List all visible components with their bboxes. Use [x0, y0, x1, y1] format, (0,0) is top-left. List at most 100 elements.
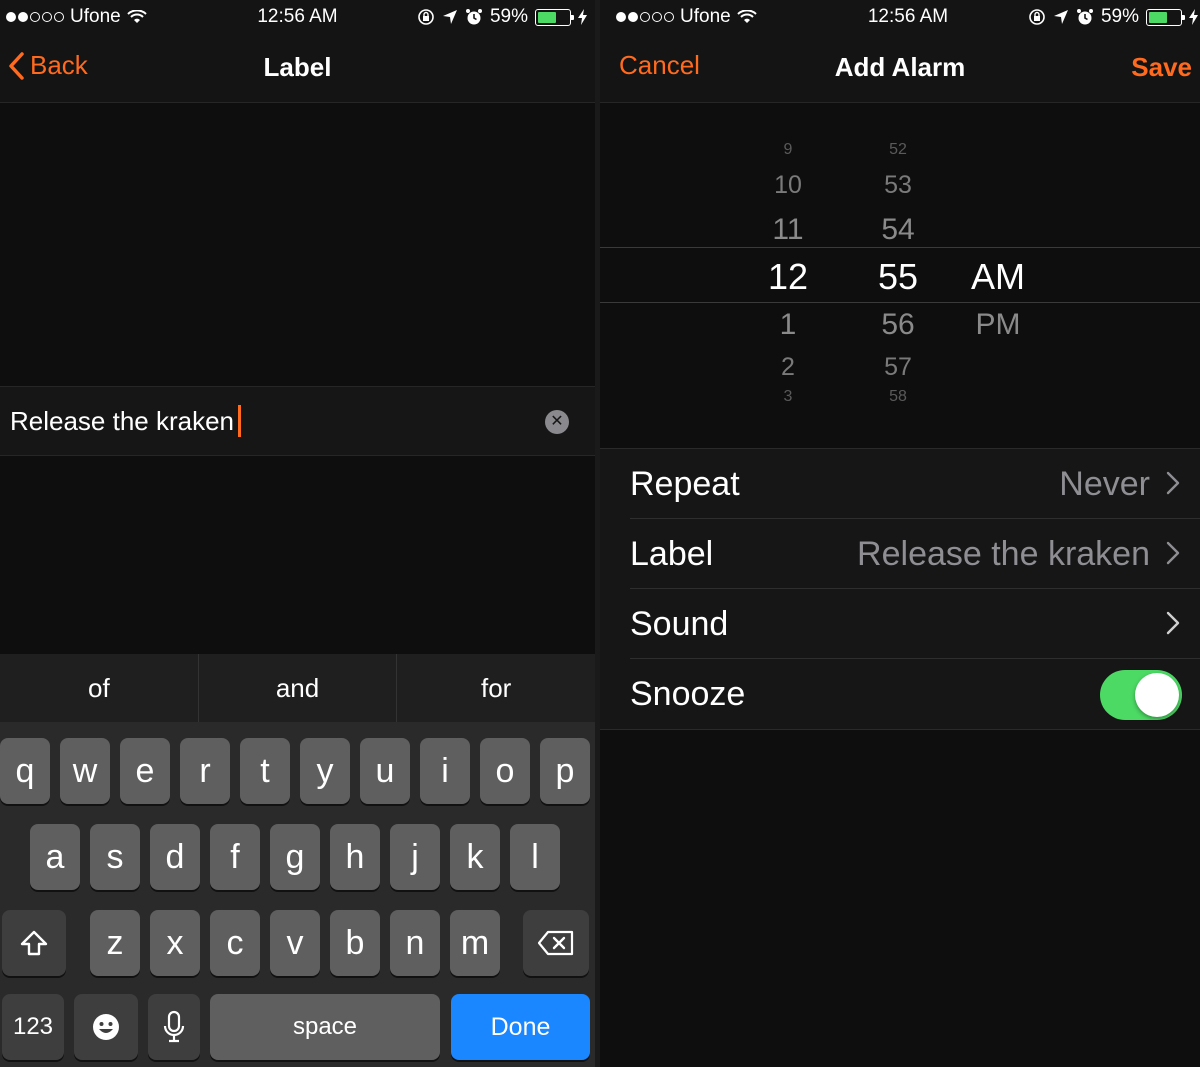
key-o[interactable]: o — [480, 738, 530, 804]
battery-percent: 59% — [1100, 6, 1139, 27]
snooze-toggle[interactable] — [1100, 670, 1182, 720]
label-text-field[interactable]: Release the kraken ✕ — [0, 386, 595, 456]
key-e[interactable]: e — [120, 738, 170, 804]
clear-icon: ✕ — [550, 413, 564, 430]
sound-label: Sound — [630, 605, 729, 643]
repeat-row[interactable]: Repeat Never — [600, 449, 1200, 519]
key-t[interactable]: t — [240, 738, 290, 804]
label-screen: Ufone 12:56 AM 59% Back Label Release th… — [0, 0, 595, 1067]
label-input[interactable]: Release the kraken — [10, 405, 242, 437]
key-m[interactable]: m — [450, 910, 500, 976]
clear-text-button[interactable]: ✕ — [545, 410, 569, 434]
chevron-right-icon — [1166, 611, 1180, 635]
repeat-label: Repeat — [630, 465, 740, 503]
suggestion-for[interactable]: for — [397, 654, 595, 722]
min-option[interactable]: 53 — [868, 171, 928, 200]
key-f[interactable]: f — [210, 824, 260, 890]
suggestion-and[interactable]: and — [199, 654, 398, 722]
min-option[interactable]: 56 — [868, 308, 928, 342]
repeat-value: Never — [1059, 465, 1150, 503]
key-a[interactable]: a — [30, 824, 80, 890]
key-d[interactable]: d — [150, 824, 200, 890]
hour-option[interactable]: 3 — [758, 388, 818, 406]
key-n[interactable]: n — [390, 910, 440, 976]
key-r[interactable]: r — [180, 738, 230, 804]
battery-icon — [1146, 8, 1185, 26]
add-alarm-screen: Ufone 12:56 AM 59% Cancel Add Alarm Save… — [600, 0, 1200, 1067]
status-bar: Ufone 12:56 AM 59% — [0, 0, 595, 34]
key-u[interactable]: u — [360, 738, 410, 804]
snooze-label: Snooze — [630, 675, 746, 713]
location-icon — [1053, 10, 1068, 24]
keyboard-row-1: qwertyuiop — [0, 738, 595, 808]
key-x[interactable]: x — [150, 910, 200, 976]
emoji-icon — [93, 1014, 119, 1040]
keyboard-row-2: asdfghjkl — [0, 824, 595, 894]
label-row[interactable]: Label Release the kraken — [600, 519, 1200, 589]
hour-option[interactable]: 9 — [758, 141, 818, 159]
page-title: Add Alarm — [834, 52, 966, 82]
navigation-bar: Ufone 12:56 AM 59% Cancel Add Alarm Save — [600, 0, 1200, 103]
hour-option[interactable]: 2 — [758, 353, 818, 382]
backspace-key[interactable] — [523, 910, 589, 976]
backspace-icon — [537, 930, 574, 956]
rotation-lock-icon — [1029, 9, 1045, 25]
suggestion-of[interactable]: of — [0, 654, 199, 722]
key-b[interactable]: b — [330, 910, 380, 976]
label-input-value: Release the kraken — [10, 405, 235, 436]
done-key[interactable]: Done — [451, 994, 590, 1060]
label-label: Label — [630, 535, 714, 573]
shift-icon — [20, 930, 48, 956]
key-p[interactable]: p — [540, 738, 590, 804]
key-i[interactable]: i — [420, 738, 470, 804]
ampm-option[interactable]: AM — [968, 256, 1028, 298]
min-option[interactable]: 55 — [868, 256, 928, 298]
min-option[interactable]: 52 — [868, 141, 928, 159]
key-h[interactable]: h — [330, 824, 380, 890]
chevron-right-icon — [1166, 471, 1180, 495]
key-y[interactable]: y — [300, 738, 350, 804]
min-option[interactable]: 57 — [868, 353, 928, 382]
shift-key[interactable] — [2, 910, 66, 976]
save-button[interactable]: Save — [1131, 52, 1192, 83]
key-v[interactable]: v — [270, 910, 320, 976]
numbers-key[interactable]: 123 — [2, 994, 64, 1060]
battery-percent: 59% — [489, 6, 528, 27]
key-q[interactable]: q — [0, 738, 50, 804]
hour-option[interactable]: 10 — [758, 171, 818, 200]
min-option[interactable]: 54 — [868, 213, 928, 247]
hour-option[interactable]: 1 — [758, 308, 818, 342]
snooze-row: Snooze — [600, 659, 1200, 729]
battery-icon — [535, 8, 574, 26]
key-k[interactable]: k — [450, 824, 500, 890]
key-j[interactable]: j — [390, 824, 440, 890]
ampm-option[interactable]: PM — [968, 308, 1028, 342]
space-key[interactable]: space — [210, 994, 440, 1060]
text-caret — [238, 405, 242, 437]
location-icon — [442, 10, 457, 24]
status-right: 59% — [1028, 6, 1198, 28]
charging-icon — [1189, 9, 1198, 25]
microphone-icon — [163, 1010, 185, 1043]
dictation-key[interactable] — [148, 994, 200, 1060]
hour-option[interactable]: 11 — [758, 213, 818, 247]
page-title: Label — [263, 52, 332, 82]
key-l[interactable]: l — [510, 824, 560, 890]
key-g[interactable]: g — [270, 824, 320, 890]
emoji-key[interactable] — [74, 994, 138, 1060]
key-w[interactable]: w — [60, 738, 110, 804]
rotation-lock-icon — [418, 9, 434, 25]
min-option[interactable]: 58 — [868, 388, 928, 406]
key-c[interactable]: c — [210, 910, 260, 976]
key-s[interactable]: s — [90, 824, 140, 890]
alarm-icon — [465, 9, 482, 25]
time-picker[interactable]: 9 10 11 12 1 2 3 52 53 54 55 56 57 58 AM PM — [600, 103, 1200, 448]
sound-row[interactable]: Sound — [600, 589, 1200, 659]
status-bar: Ufone 12:56 AM 59% — [600, 0, 1200, 34]
keyboard: qwertyuiop asdfghjkl zxcvbnm 123 space D… — [0, 722, 595, 1067]
hour-option[interactable]: 12 — [758, 256, 818, 298]
toggle-knob — [1135, 673, 1179, 717]
key-z[interactable]: z — [90, 910, 140, 976]
predictive-bar: of and for — [0, 654, 595, 722]
status-right: 59% — [417, 6, 587, 28]
